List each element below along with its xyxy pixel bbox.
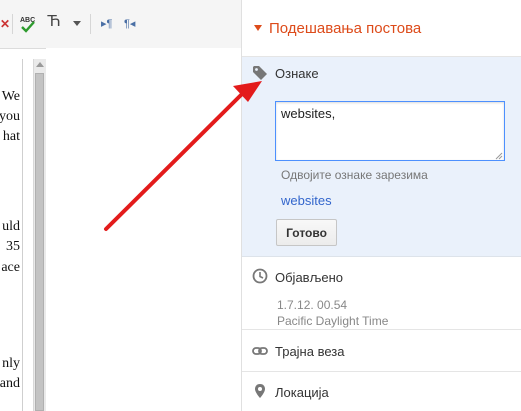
permalink-section[interactable]: Трајна веза bbox=[242, 330, 521, 372]
labels-input[interactable]: websites, bbox=[275, 101, 505, 161]
post-editor[interactable]: We you hat uld 35 ace nly and bbox=[0, 59, 22, 411]
toolbar-divider bbox=[90, 14, 91, 34]
rtl-button[interactable]: ¶◂ bbox=[124, 16, 135, 32]
editor-text: uld bbox=[2, 219, 20, 234]
resize-grip-icon[interactable] bbox=[494, 151, 503, 160]
chevron-down-icon[interactable] bbox=[73, 21, 81, 26]
scroll-up-arrow-icon[interactable] bbox=[36, 62, 44, 67]
location-heading: Локација bbox=[275, 385, 329, 400]
post-settings-panel: Подешавања постова Ознаке websites, Одво… bbox=[241, 0, 521, 411]
editor-toolbar: ✕ ABC Ћ ▸¶ ¶◂ bbox=[0, 0, 241, 49]
link-icon bbox=[252, 347, 268, 355]
labels-heading: Ознаке bbox=[275, 66, 319, 81]
editor-border bbox=[22, 59, 23, 411]
editor-text: and bbox=[0, 376, 20, 391]
panel-title: Подешавања постова bbox=[269, 20, 422, 37]
labels-section: Ознаке websites, Одвојите ознаке зарезим… bbox=[242, 57, 521, 257]
label-suggestion-link[interactable]: websites bbox=[281, 193, 332, 208]
labels-hint: Одвојите ознаке зарезима bbox=[281, 168, 428, 182]
ltr-button[interactable]: ▸¶ bbox=[101, 16, 112, 32]
published-heading: Објављено bbox=[275, 270, 344, 285]
editor-text: 35 bbox=[6, 239, 20, 254]
published-section[interactable]: Објављено 1.7.12. 00.54 Pacific Daylight… bbox=[242, 257, 521, 330]
post-settings-header[interactable]: Подешавања постова bbox=[242, 0, 521, 57]
toolbar-divider bbox=[12, 14, 13, 34]
caret-down-icon bbox=[254, 25, 262, 31]
location-section[interactable]: Локација bbox=[242, 372, 521, 411]
published-timezone: Pacific Daylight Time bbox=[277, 314, 389, 328]
scrollbar-thumb[interactable] bbox=[35, 73, 44, 411]
location-pin-icon bbox=[255, 384, 265, 398]
editor-text: you bbox=[0, 109, 20, 124]
done-button[interactable]: Готово bbox=[276, 219, 337, 246]
editor-text: hat bbox=[2, 129, 20, 144]
editor-text: ace bbox=[1, 260, 20, 275]
editor-margin bbox=[46, 48, 241, 411]
cyrillic-button[interactable]: Ћ bbox=[47, 14, 61, 30]
permalink-heading: Трајна веза bbox=[275, 344, 345, 359]
spellcheck-icon bbox=[21, 21, 35, 33]
editor-text: We bbox=[1, 89, 20, 104]
editor-text: nly bbox=[2, 356, 20, 371]
clock-icon bbox=[252, 268, 268, 284]
toolbar-partial-icon[interactable]: ✕ bbox=[0, 16, 10, 32]
published-date: 1.7.12. 00.54 bbox=[277, 298, 348, 312]
tag-icon bbox=[253, 66, 267, 80]
